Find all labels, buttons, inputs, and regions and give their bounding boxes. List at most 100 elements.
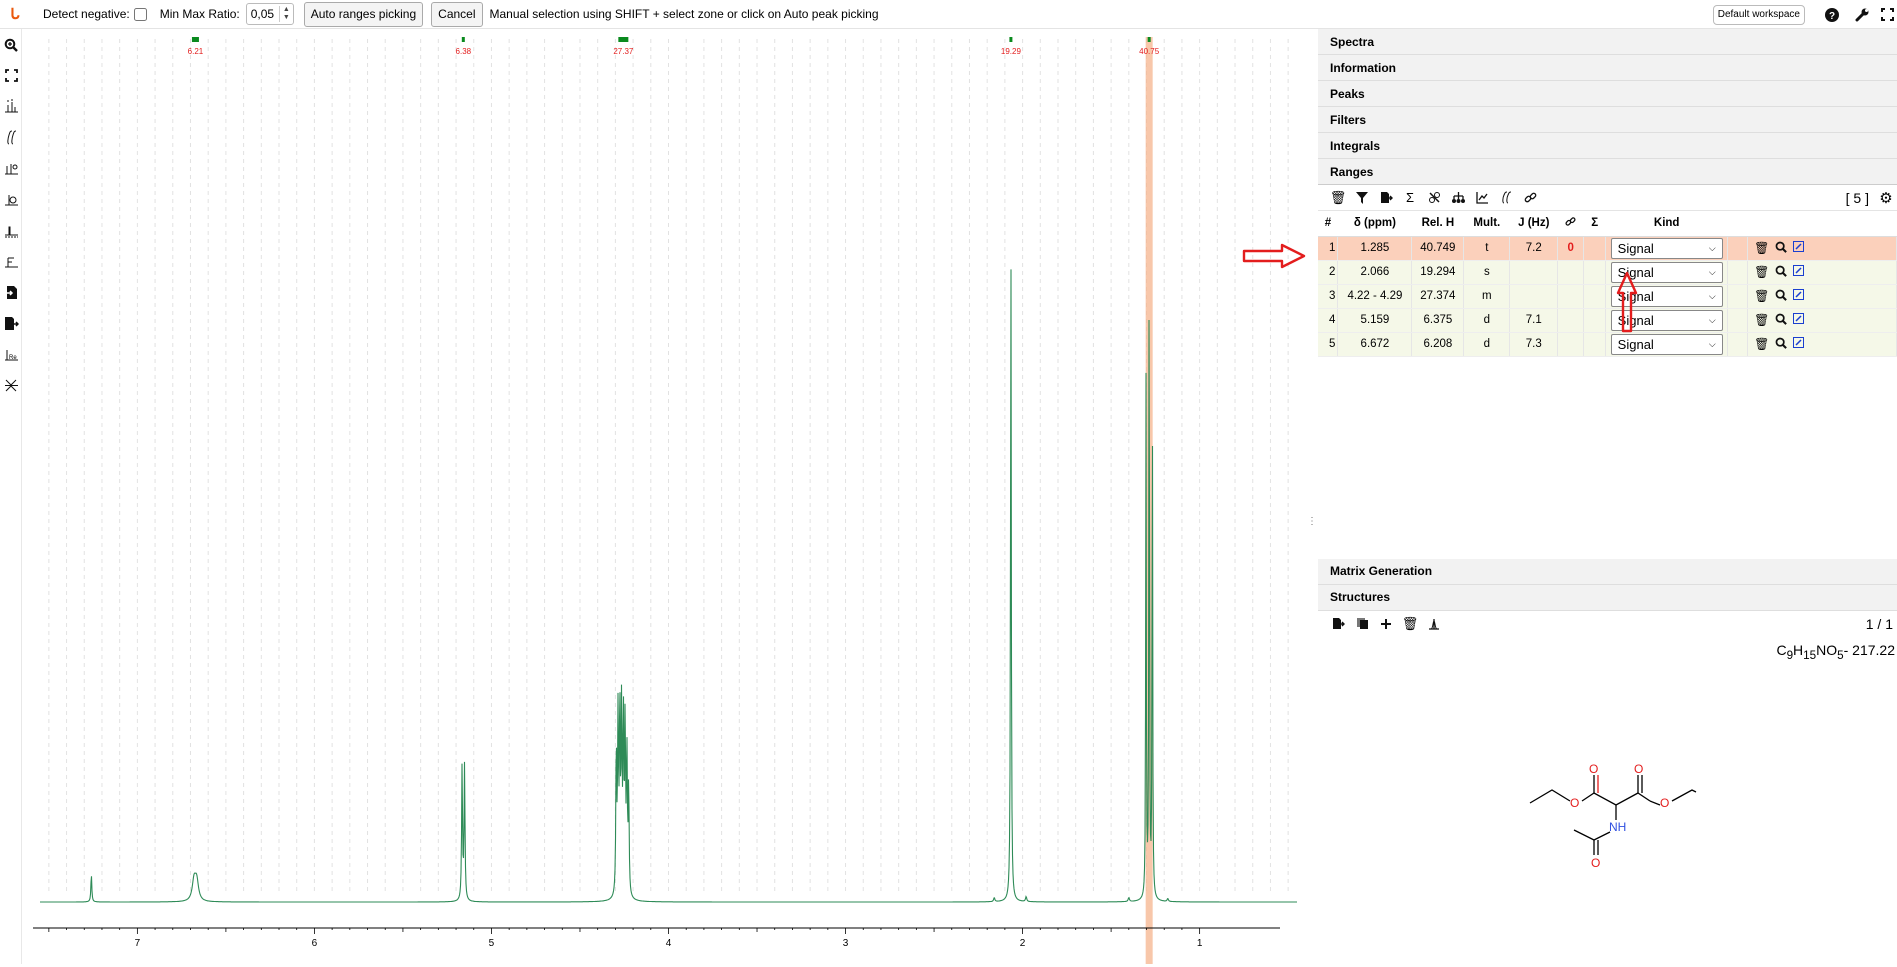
peak-picking-icon[interactable] (0, 91, 22, 122)
predict-spectrum-icon[interactable] (1422, 613, 1446, 635)
range-number: 2 (1318, 260, 1339, 285)
range-row[interactable]: 4 5.159 6.375 d 7.1 Signal ⌵ 🗑 (1318, 308, 1897, 333)
range-row[interactable]: 1 1.285 40.749 t 7.2 0 Signal ⌵ 🗑 (1318, 236, 1897, 261)
kind-select[interactable]: Signal ⌵ (1610, 333, 1723, 355)
accordion-peaks[interactable]: Peaks (1318, 81, 1897, 107)
multiple-analysis-icon[interactable] (0, 370, 22, 401)
cancel-button[interactable]: Cancel (431, 1, 483, 27)
workspace-button[interactable]: Default workspace (1712, 4, 1805, 25)
edit-range-icon[interactable] (1793, 264, 1805, 280)
fullscreen-icon[interactable] (1877, 0, 1897, 29)
range-link[interactable] (1557, 332, 1585, 357)
copy-structure-icon[interactable] (1350, 613, 1374, 635)
range-link[interactable] (1557, 260, 1585, 285)
integral-sum-icon[interactable] (1494, 187, 1518, 209)
exclusion-zones-icon[interactable] (0, 246, 22, 277)
range-number: 5 (1318, 332, 1339, 357)
full-zoom-icon[interactable] (0, 60, 22, 91)
edit-range-icon[interactable] (1793, 312, 1805, 328)
zoom-range-icon[interactable] (1775, 265, 1788, 280)
edit-range-icon[interactable] (1793, 336, 1805, 352)
range-marker (191, 37, 199, 42)
range-number: 3 (1318, 284, 1339, 309)
zoom-range-icon[interactable] (1775, 337, 1788, 352)
export-icon[interactable] (0, 308, 22, 339)
molecule-structure[interactable]: O O O O NH O (1520, 755, 1710, 875)
accordion-structures[interactable]: Structures (1318, 584, 1897, 611)
accordion-filters[interactable]: Filters (1318, 107, 1897, 133)
delete-range-icon[interactable]: 🗑 (1754, 337, 1769, 352)
import-icon[interactable] (0, 277, 22, 308)
delete-range-icon[interactable]: 🗑 (1754, 265, 1769, 280)
accordion-integrals[interactable]: Integrals (1318, 133, 1897, 159)
link-icon[interactable] (1518, 187, 1542, 209)
x-axis-tick-label: 4 (666, 938, 672, 949)
min-max-ratio-value: 0,05 (250, 7, 275, 21)
zero-filling-icon[interactable] (0, 153, 22, 184)
delete-all-icon[interactable]: 🗑 (1326, 187, 1350, 209)
accordion-matrix-generation[interactable]: Matrix Generation (1318, 558, 1897, 585)
range-multiplicity: t (1463, 236, 1511, 261)
nmrium-logo-icon[interactable]: ᒐ (0, 0, 30, 29)
panel-splitter[interactable]: ⋮ (1302, 29, 1318, 964)
delete-range-icon[interactable]: 🗑 (1754, 241, 1769, 256)
zoom-range-icon[interactable] (1775, 289, 1788, 304)
gear-icon[interactable]: ⚙ (1875, 189, 1897, 207)
detect-negative-checkbox[interactable] (133, 7, 147, 21)
range-delta: 1.285 (1337, 236, 1413, 261)
unlink-icon[interactable] (1422, 187, 1446, 209)
range-row[interactable]: 5 6.672 6.208 d 7.3 Signal ⌵ 🗑 (1318, 332, 1897, 357)
range-row[interactable]: 3 4.22 - 4.29 27.374 m Signal ⌵ 🗑 (1318, 284, 1897, 309)
col-header-relh[interactable]: Rel. H (1411, 211, 1464, 237)
range-link[interactable]: 0 (1557, 236, 1585, 261)
wrench-icon[interactable] (1847, 0, 1877, 29)
col-header-sum: Σ (1583, 211, 1606, 237)
zoom-range-icon[interactable] (1775, 241, 1788, 256)
spectrum-svg[interactable]: 6.21 6.38 27.37 19.29 40.75 7 6 5 4 3 2 1 (22, 29, 1302, 964)
x-axis-tick-label: 2 (1020, 938, 1026, 949)
accordion-spectra[interactable]: Spectra (1318, 29, 1897, 55)
help-icon[interactable]: ? (1817, 0, 1847, 29)
accordion-information[interactable]: Information (1318, 55, 1897, 81)
range-sum (1583, 260, 1607, 285)
accordion-ranges[interactable]: Ranges (1318, 159, 1897, 185)
phase-correction-icon[interactable] (0, 184, 22, 215)
range-link[interactable] (1557, 308, 1585, 333)
range-row[interactable]: 2 2.066 19.294 s Signal ⌵ 🗑 (1318, 260, 1897, 285)
edit-range-icon[interactable] (1793, 240, 1805, 256)
range-actions: 🗑 (1747, 284, 1897, 309)
filter-icon[interactable] (1350, 187, 1374, 209)
col-header-mult: Mult. (1463, 211, 1510, 237)
range-actions: 🗑 (1747, 332, 1897, 357)
range-link[interactable] (1557, 284, 1585, 309)
export-structure-icon[interactable] (1326, 613, 1350, 635)
min-max-ratio-input[interactable]: 0,05 ▲ ▼ (245, 3, 294, 25)
molecular-formula: C9H15NO5- 217.22 (1776, 641, 1895, 662)
range-delta: 2.066 (1337, 260, 1413, 285)
edit-range-icon[interactable] (1793, 288, 1805, 304)
red-right-arrow (1242, 243, 1306, 269)
delete-structure-icon[interactable]: 🗑 (1398, 613, 1422, 635)
zoom-icon[interactable] (0, 29, 22, 60)
delete-range-icon[interactable]: 🗑 (1754, 313, 1769, 328)
range-multiplicity: d (1463, 308, 1511, 333)
chart-icon[interactable] (1470, 187, 1494, 209)
integral-icon[interactable] (0, 122, 22, 153)
export-ranges-icon[interactable] (1374, 187, 1398, 209)
auto-ranges-picking-button[interactable]: Auto ranges picking (303, 1, 424, 27)
x-axis-tick-label: 5 (489, 938, 495, 949)
kind-select[interactable]: Signal ⌵ (1610, 237, 1723, 259)
add-structure-icon[interactable] (1374, 613, 1398, 635)
zoom-range-icon[interactable] (1775, 313, 1788, 328)
exchange-icon[interactable]: Re (0, 339, 22, 370)
baseline-correction-icon[interactable] (0, 215, 22, 246)
delete-range-icon[interactable]: 🗑 (1754, 289, 1769, 304)
chevron-down-icon: ⌵ (1708, 314, 1716, 325)
sum-icon[interactable]: Σ (1398, 187, 1422, 209)
tree-icon[interactable] (1446, 187, 1470, 209)
col-header-number: # (1318, 211, 1338, 237)
ratio-stepper[interactable]: ▲ ▼ (278, 6, 293, 22)
col-header-delta[interactable]: δ (ppm) (1337, 211, 1412, 237)
link-column-icon (1565, 217, 1576, 226)
spectrum-viewer[interactable]: 6.21 6.38 27.37 19.29 40.75 7 6 5 4 3 2 1 (22, 29, 1302, 964)
